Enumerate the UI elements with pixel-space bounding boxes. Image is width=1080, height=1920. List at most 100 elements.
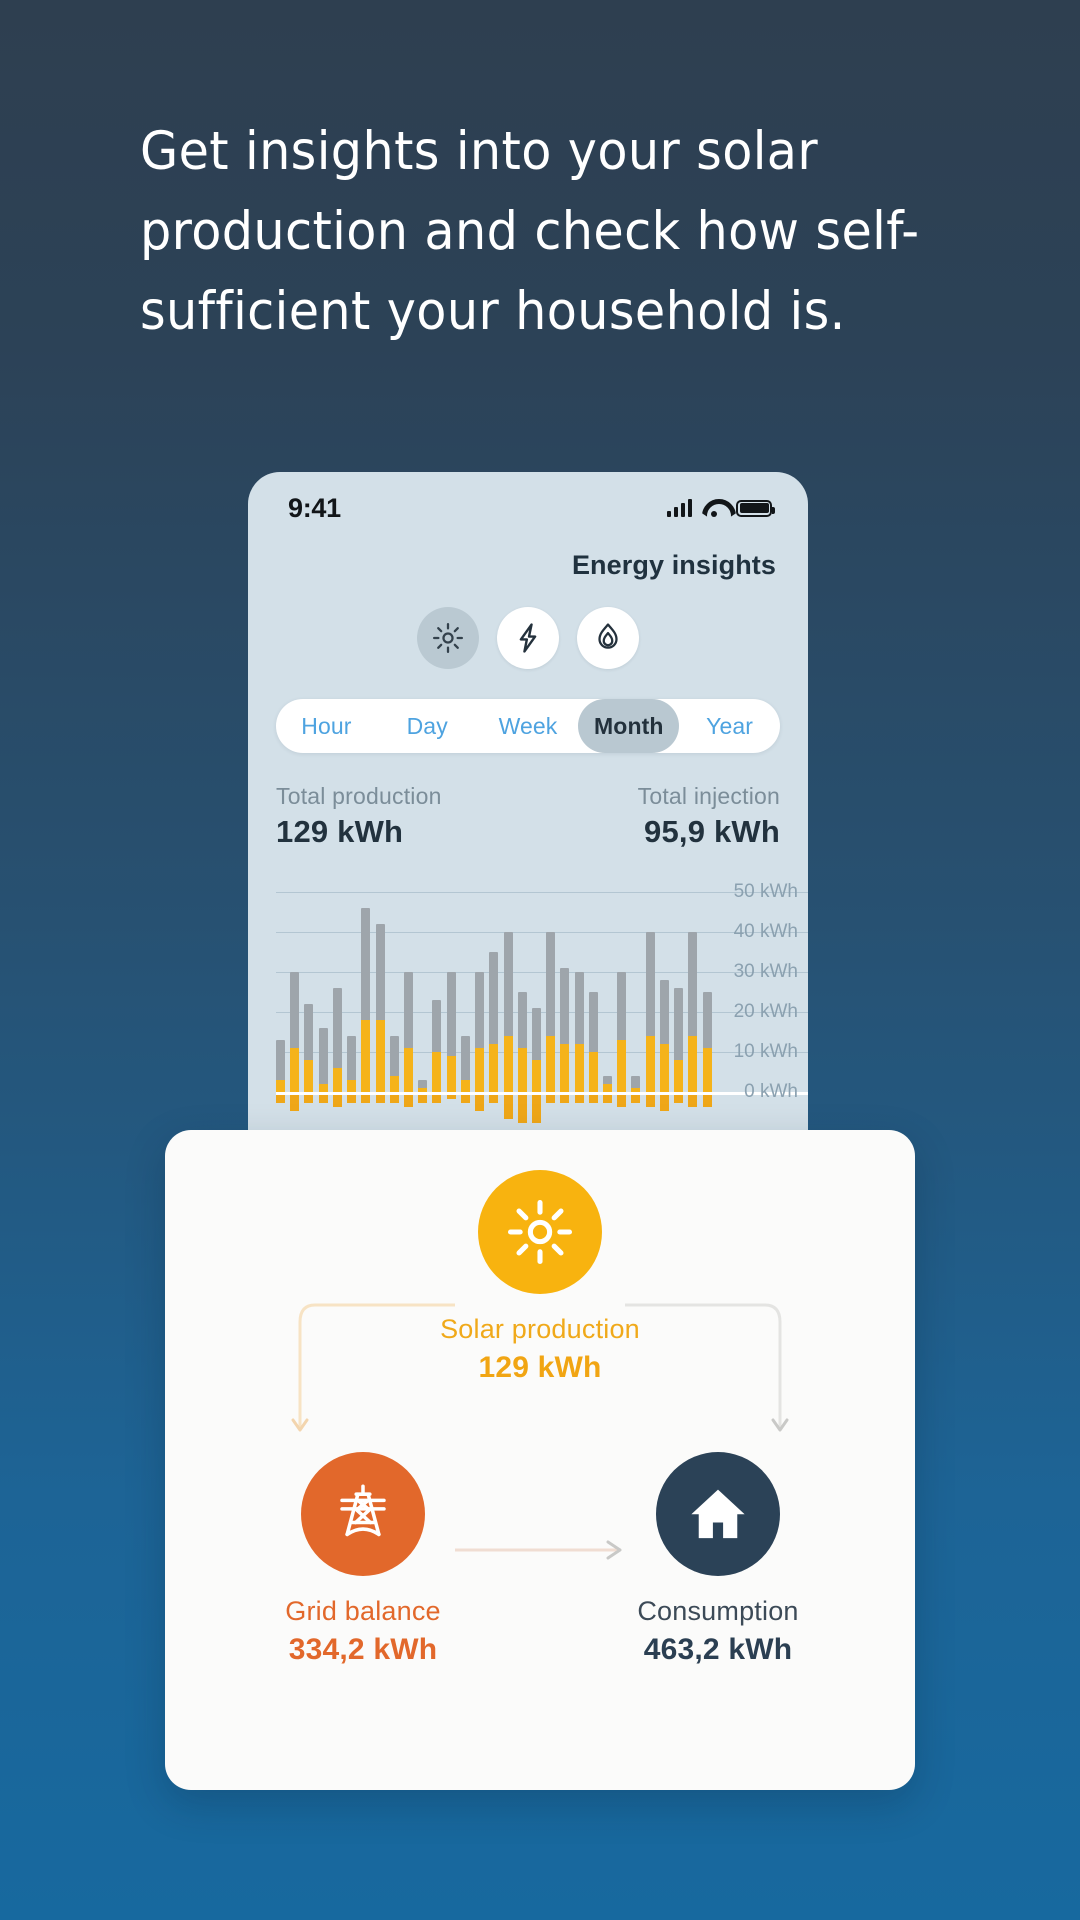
bar-segment-solar: [347, 1080, 357, 1092]
chart-bar: [603, 872, 613, 1132]
flow-node-consumption[interactable]: Consumption 463,2 kWh: [593, 1452, 843, 1667]
chart-y-tick-label: 40 kWh: [733, 921, 798, 942]
chart-bar: [574, 872, 584, 1132]
chart-y-tick-label: 50 kWh: [733, 881, 798, 902]
bar-segment-grid: [332, 988, 342, 1068]
bar-segment-injection: [674, 1095, 684, 1103]
chart-bar: [361, 872, 371, 1132]
energy-bar-chart[interactable]: 50 kWh 40 kWh 30 kWh 20 kWh 10 kWh 0 kWh: [248, 872, 808, 1132]
chart-bar: [475, 872, 485, 1132]
bar-segment-injection: [347, 1095, 357, 1103]
screen-title: Energy insights: [571, 550, 776, 580]
bar-segment-grid: [631, 1076, 641, 1088]
bar-segment-solar: [432, 1052, 442, 1092]
bar-segment-injection: [475, 1095, 485, 1111]
chart-y-tick-label: 10 kWh: [733, 1041, 798, 1062]
chart-bar: [432, 872, 442, 1132]
consumption-circle: [656, 1452, 780, 1576]
solar-value: 129 kWh: [478, 1351, 602, 1384]
bar-segment-solar: [588, 1052, 598, 1092]
bar-segment-solar: [276, 1080, 285, 1092]
period-tab-day[interactable]: Day: [377, 699, 478, 753]
gas-source-toggle[interactable]: [577, 607, 639, 669]
bar-segment-solar: [503, 1036, 513, 1092]
chart-bar: [531, 872, 541, 1132]
chart-bar: [503, 872, 513, 1132]
chart-bar: [276, 872, 285, 1132]
bar-segment-solar: [659, 1044, 669, 1092]
bar-segment-grid: [603, 1076, 613, 1084]
total-production: Total production 129 kWh: [276, 783, 442, 850]
period-tab-week[interactable]: Week: [478, 699, 579, 753]
bar-segment-injection: [361, 1095, 371, 1103]
solar-source-toggle[interactable]: [417, 607, 479, 669]
status-time: 9:41: [288, 492, 341, 523]
solar-circle: [478, 1170, 602, 1294]
chart-bar: [588, 872, 598, 1132]
cellular-bars-icon: [666, 499, 692, 517]
total-injection-value: 95,9 kWh: [644, 814, 780, 849]
bar-segment-injection: [645, 1095, 655, 1107]
chart-bar: [403, 872, 413, 1132]
chart-bar: [617, 872, 627, 1132]
bar-segment-grid: [489, 952, 499, 1044]
chart-plot-area: [276, 872, 808, 1132]
period-tab-hour[interactable]: Hour: [276, 699, 377, 753]
bar-segment-grid: [347, 1036, 357, 1080]
bar-segment-injection: [560, 1095, 570, 1103]
flame-icon: [598, 623, 618, 649]
chart-bar: [645, 872, 655, 1132]
chart-bar: [290, 872, 300, 1132]
chart-bar: [517, 872, 527, 1132]
chart-bar: [332, 872, 342, 1132]
flow-node-grid[interactable]: Grid balance 334,2 kWh: [243, 1452, 483, 1667]
status-bar: 9:41: [248, 472, 808, 534]
total-production-label: Total production: [276, 783, 442, 809]
period-selector: Hour Day Week Month Year: [276, 699, 780, 753]
bar-segment-solar: [290, 1048, 300, 1092]
bar-segment-solar: [318, 1084, 328, 1092]
bar-segment-grid: [290, 972, 300, 1048]
flow-node-solar[interactable]: Solar production 129 kWh: [370, 1170, 710, 1385]
bar-segment-solar: [688, 1036, 698, 1092]
chart-bar: [659, 872, 669, 1132]
bar-segment-grid: [617, 972, 627, 1040]
bar-segment-injection: [603, 1095, 613, 1103]
bar-segment-injection: [659, 1095, 669, 1111]
total-production-value: 129 kWh: [276, 814, 404, 849]
period-tab-year[interactable]: Year: [679, 699, 780, 753]
bar-segment-injection: [276, 1095, 285, 1103]
bar-segment-grid: [546, 932, 556, 1036]
bar-segment-grid: [403, 972, 413, 1048]
bar-segment-grid: [674, 988, 684, 1060]
bar-segment-injection: [489, 1095, 499, 1103]
bar-segment-solar: [674, 1060, 684, 1092]
bar-segment-solar: [304, 1060, 314, 1092]
grid-label: Grid balance: [285, 1596, 441, 1626]
bar-segment-injection: [332, 1095, 342, 1107]
bar-segment-injection: [318, 1095, 328, 1103]
battery-full-icon: [736, 499, 775, 517]
bar-segment-grid: [503, 932, 513, 1036]
grid-value: 334,2 kWh: [288, 1633, 438, 1666]
period-tab-month[interactable]: Month: [578, 699, 680, 753]
chart-y-tick-label: 30 kWh: [733, 961, 798, 982]
bar-segment-solar: [645, 1036, 655, 1092]
chart-bar: [389, 872, 399, 1132]
bar-segment-injection: [432, 1095, 442, 1103]
bar-segment-solar: [631, 1088, 641, 1092]
electricity-source-toggle[interactable]: [497, 607, 559, 669]
bar-segment-grid: [475, 972, 485, 1048]
bar-segment-solar: [403, 1048, 413, 1092]
bar-segment-solar: [418, 1088, 428, 1092]
power-pylon-icon: [340, 1484, 386, 1537]
bar-segment-solar: [489, 1044, 499, 1092]
bar-segment-solar: [546, 1036, 556, 1092]
bar-segment-grid: [418, 1080, 428, 1088]
bar-segment-grid: [389, 1036, 399, 1076]
bar-segment-solar: [517, 1048, 527, 1092]
bar-segment-grid: [574, 972, 584, 1044]
bar-segment-injection: [617, 1095, 627, 1107]
bar-segment-grid: [318, 1028, 328, 1084]
bar-segment-injection: [403, 1095, 413, 1107]
